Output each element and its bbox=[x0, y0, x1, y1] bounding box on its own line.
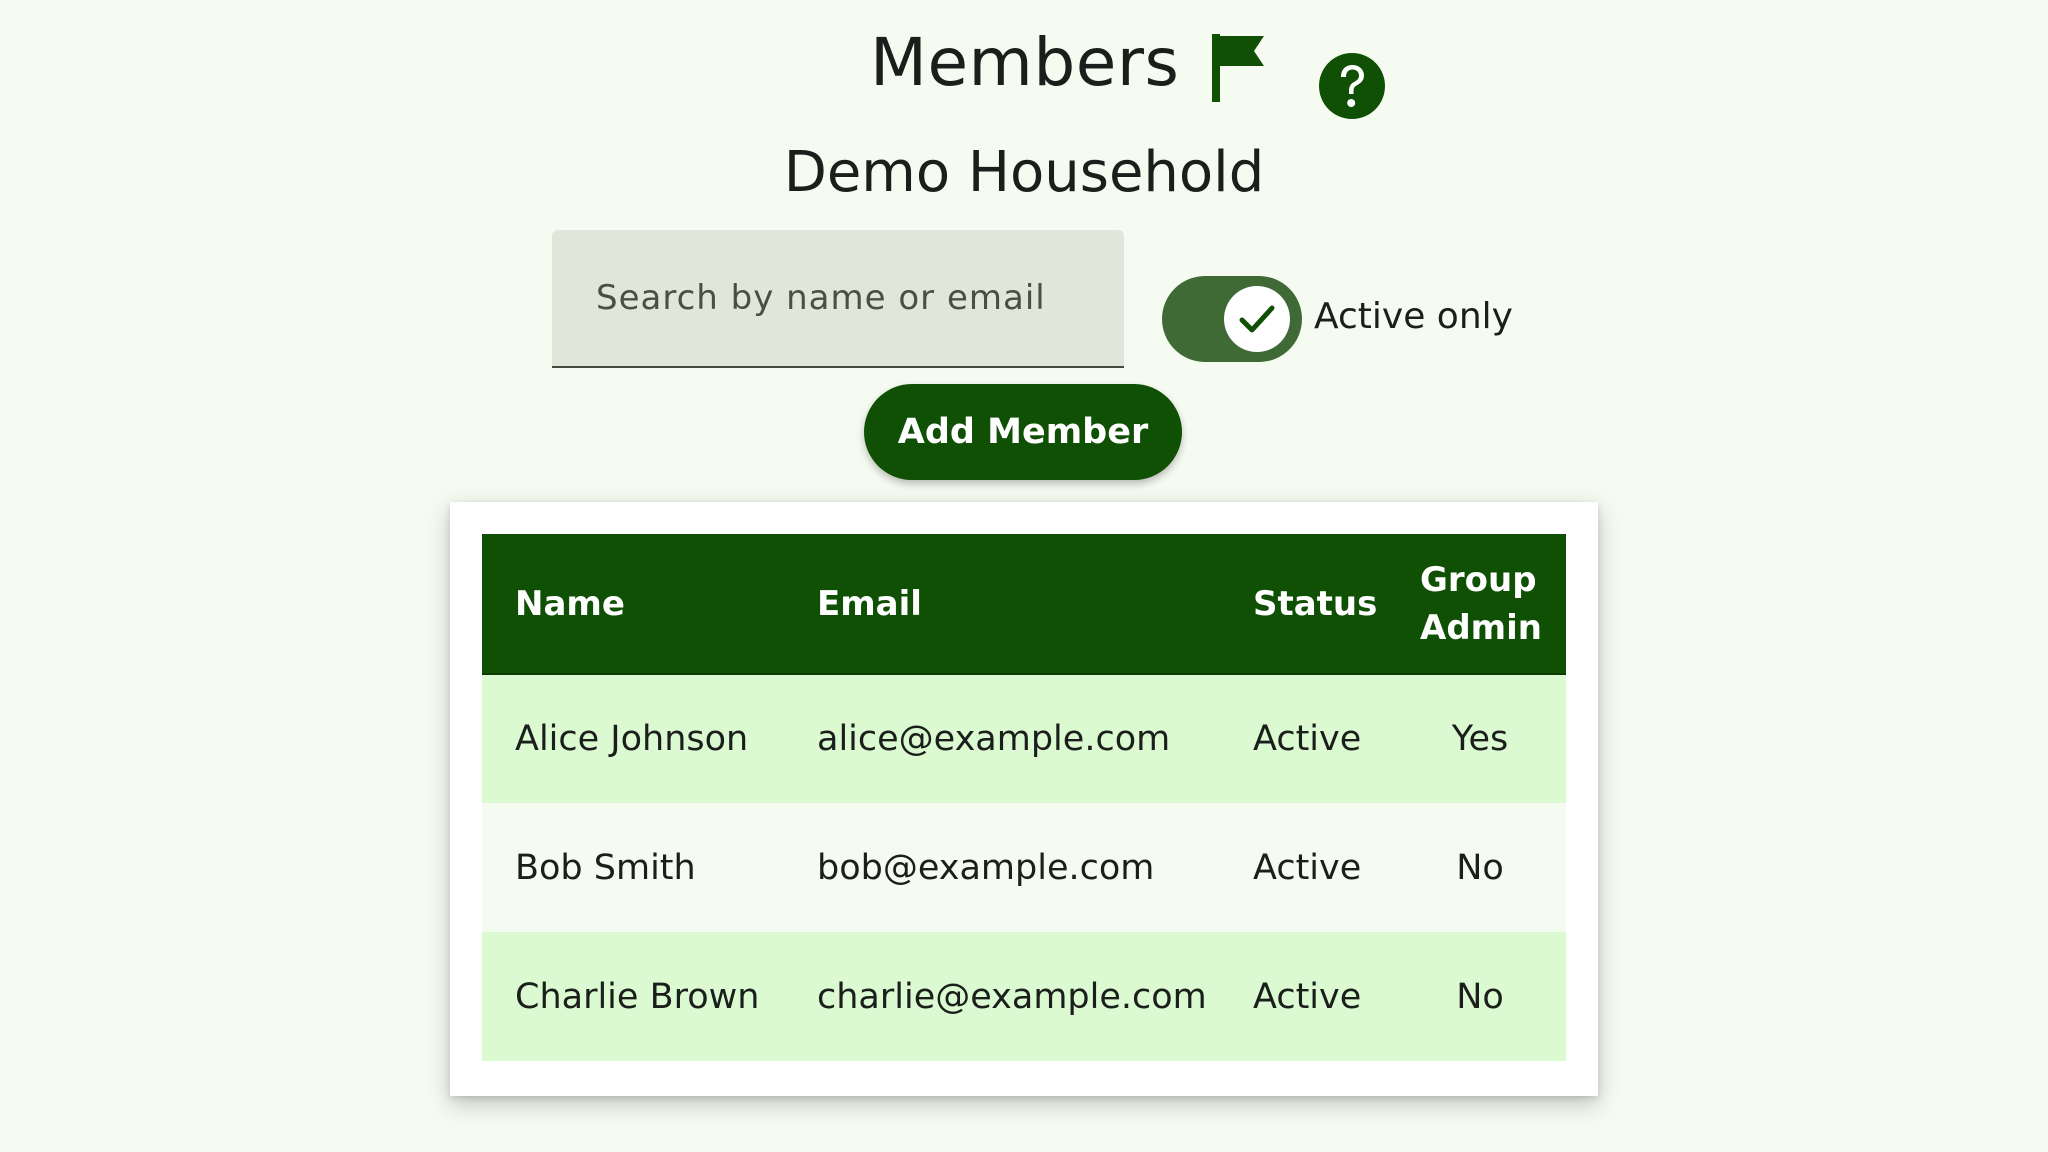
member-status: Active bbox=[1220, 932, 1394, 1061]
member-group-admin: Yes bbox=[1394, 674, 1566, 803]
table-header-row: Name Email Status Group Admin bbox=[482, 534, 1566, 675]
column-header-group-admin: Group Admin bbox=[1394, 534, 1566, 675]
add-member-button[interactable]: Add Member bbox=[864, 384, 1182, 480]
search-input[interactable] bbox=[552, 230, 1124, 366]
page-title: Members bbox=[870, 24, 1180, 101]
active-only-label: Active only bbox=[1314, 296, 1513, 337]
check-icon bbox=[1237, 300, 1277, 338]
member-status: Active bbox=[1220, 674, 1394, 803]
toggle-knob[interactable] bbox=[1224, 286, 1290, 352]
member-email: charlie@example.com bbox=[784, 932, 1220, 1061]
help-circle-icon[interactable] bbox=[1318, 52, 1386, 120]
member-group-admin: No bbox=[1394, 803, 1566, 932]
column-header-email: Email bbox=[784, 534, 1220, 675]
group-admin-label: Group Admin bbox=[1420, 559, 1542, 648]
member-status: Active bbox=[1220, 803, 1394, 932]
table-row[interactable]: Alice Johnson alice@example.com Active Y… bbox=[482, 674, 1566, 803]
members-table: Name Email Status Group Admin Alice John… bbox=[482, 534, 1566, 1061]
members-table-card: Name Email Status Group Admin Alice John… bbox=[450, 502, 1598, 1096]
active-only-toggle[interactable] bbox=[1162, 276, 1302, 362]
column-header-name: Name bbox=[482, 534, 784, 675]
search-field[interactable] bbox=[552, 230, 1124, 368]
member-name: Bob Smith bbox=[482, 803, 784, 932]
flag-icon[interactable] bbox=[1208, 32, 1270, 104]
column-header-status: Status bbox=[1220, 534, 1394, 675]
member-group-admin: No bbox=[1394, 932, 1566, 1061]
table-row[interactable]: Bob Smith bob@example.com Active No bbox=[482, 803, 1566, 932]
household-name: Demo Household bbox=[783, 140, 1265, 205]
members-page: Members Demo Household Search by name or… bbox=[0, 0, 2048, 1152]
member-name: Charlie Brown bbox=[482, 932, 784, 1061]
member-name: Alice Johnson bbox=[482, 674, 784, 803]
title-row: Members bbox=[0, 18, 2048, 120]
member-email: bob@example.com bbox=[784, 803, 1220, 932]
table-row[interactable]: Charlie Brown charlie@example.com Active… bbox=[482, 932, 1566, 1061]
member-email: alice@example.com bbox=[784, 674, 1220, 803]
